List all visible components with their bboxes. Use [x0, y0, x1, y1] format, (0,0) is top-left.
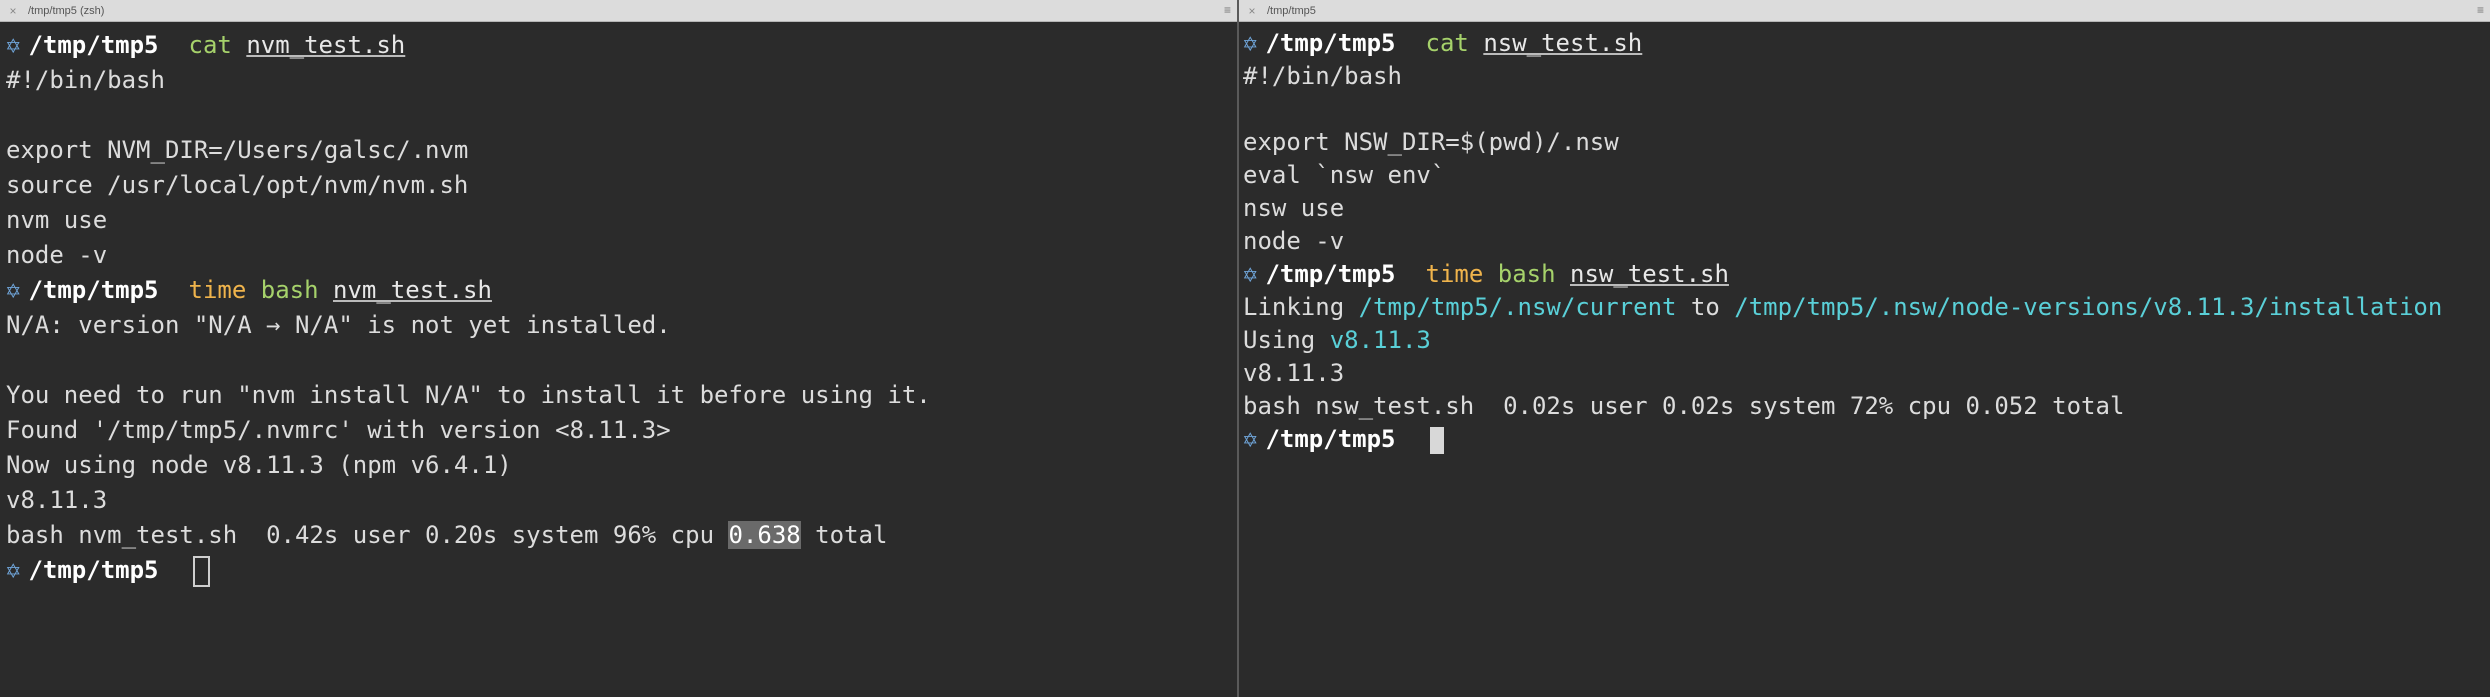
prompt-line: ✡/tmp/tmp5 time bash nvm_test.sh [6, 273, 1237, 308]
file-link[interactable]: nsw_test.sh [1483, 29, 1642, 57]
output-line: N/A: version "N/A → N/A" is not yet inst… [6, 311, 671, 339]
file-link[interactable]: nvm_test.sh [333, 276, 492, 304]
file-link[interactable]: nsw_test.sh [1570, 260, 1729, 288]
terminal-output: ✡/tmp/tmp5 cat nvm_test.sh #!/bin/bash ex… [0, 22, 1237, 588]
prompt-line: ✡/tmp/tmp5 cat nsw_test.sh [1243, 27, 2490, 60]
menu-icon[interactable]: ≡ [1224, 3, 1231, 17]
tab-bar-right: × /tmp/tmp5 ≡ [1239, 0, 2490, 22]
prompt-directory: /tmp/tmp5 [1265, 260, 1396, 288]
prompt-line: ✡/tmp/tmp5 [6, 553, 1237, 588]
output-line: v8.11.3 [6, 486, 108, 514]
prompt-line: ✡/tmp/tmp5 cat nvm_test.sh [6, 28, 1237, 63]
prompt-directory: /tmp/tmp5 [1265, 425, 1396, 453]
prompt-directory: /tmp/tmp5 [28, 556, 159, 584]
star-of-david-icon: ✡ [1243, 260, 1258, 288]
terminal-pane-right[interactable]: × /tmp/tmp5 ≡ ✡/tmp/tmp5 cat nsw_test.sh … [1239, 0, 2490, 697]
output-text: Linking [1243, 293, 1359, 321]
close-icon[interactable]: × [6, 4, 20, 18]
command-name: bash [260, 276, 319, 304]
script-line [1243, 93, 2490, 126]
output-text: to [1676, 293, 1735, 321]
close-icon[interactable]: × [1245, 4, 1259, 18]
output-line: v8.11.3 [1243, 359, 1345, 387]
timing-text: total [800, 521, 888, 549]
script-line: node -v [6, 241, 108, 269]
time-keyword: time [188, 276, 247, 304]
script-line: node -v [1243, 227, 1345, 255]
star-of-david-icon: ✡ [6, 556, 21, 584]
command-name: cat [188, 31, 232, 59]
output-text: Using [1243, 326, 1330, 354]
text-cursor[interactable] [1429, 426, 1444, 454]
script-line: export NSW_DIR=$(pwd)/.nsw [1243, 128, 1619, 156]
star-of-david-icon: ✡ [1243, 425, 1258, 453]
text-cursor[interactable] [192, 555, 210, 587]
tab-bar-left: × /tmp/tmp5 (zsh) ≡ [0, 0, 1237, 22]
timing-line: bash nsw_test.sh 0.02s user 0.02s system… [1243, 392, 2125, 420]
script-line: source /usr/local/opt/nvm/nvm.sh [6, 171, 469, 199]
terminal-pane-left[interactable]: × /tmp/tmp5 (zsh) ≡ ✡/tmp/tmp5 cat nvm_te… [0, 0, 1239, 697]
prompt-directory: /tmp/tmp5 [1265, 29, 1396, 57]
star-of-david-icon: ✡ [6, 276, 21, 304]
using-line: Using v8.11.3 [1243, 324, 2490, 357]
output-line: Now using node v8.11.3 (npm v6.4.1) [6, 451, 512, 479]
star-of-david-icon: ✡ [1243, 29, 1258, 57]
script-line: #!/bin/bash [1243, 62, 1402, 90]
path-text: /tmp/tmp5/.nsw/node-versions/v8.11.3/ins… [1734, 293, 2443, 321]
tab-title[interactable]: /tmp/tmp5 (zsh) [28, 5, 104, 17]
output-line: Found '/tmp/tmp5/.nvmrc' with version <8… [6, 416, 671, 444]
star-of-david-icon: ✡ [6, 31, 21, 59]
script-line [6, 98, 1237, 133]
prompt-line: ✡/tmp/tmp5 time bash nsw_test.sh [1243, 258, 2490, 291]
terminal-split-view: × /tmp/tmp5 (zsh) ≡ ✡/tmp/tmp5 cat nvm_te… [0, 0, 2490, 697]
script-line: nsw use [1243, 194, 1345, 222]
script-line: nvm use [6, 206, 108, 234]
command-name: cat [1425, 29, 1469, 57]
terminal-output: ✡/tmp/tmp5 cat nsw_test.sh #!/bin/bash ex… [1239, 22, 2490, 456]
script-line: #!/bin/bash [6, 66, 165, 94]
script-line: eval `nsw env` [1243, 161, 1446, 189]
prompt-directory: /tmp/tmp5 [28, 276, 159, 304]
timing-line: bash nvm_test.sh 0.42s user 0.20s system… [6, 518, 1237, 553]
prompt-line: ✡/tmp/tmp5 [1243, 423, 2490, 456]
prompt-directory: /tmp/tmp5 [28, 31, 159, 59]
version-text: v8.11.3 [1329, 326, 1431, 354]
tab-title[interactable]: /tmp/tmp5 [1267, 5, 1316, 17]
path-text: /tmp/tmp5/.nsw/current [1358, 293, 1677, 321]
file-link[interactable]: nvm_test.sh [246, 31, 405, 59]
output-line: You need to run "nvm install N/A" to ins… [6, 381, 931, 409]
linking-line: Linking /tmp/tmp5/.nsw/current to /tmp/t… [1243, 291, 2490, 324]
timing-text: bash nvm_test.sh 0.42s user 0.20s system… [6, 521, 729, 549]
script-line: export NVM_DIR=/Users/galsc/.nvm [6, 136, 469, 164]
menu-icon[interactable]: ≡ [2477, 3, 2484, 17]
time-keyword: time [1425, 260, 1484, 288]
command-name: bash [1497, 260, 1556, 288]
selected-text[interactable]: 0.638 [728, 521, 801, 549]
